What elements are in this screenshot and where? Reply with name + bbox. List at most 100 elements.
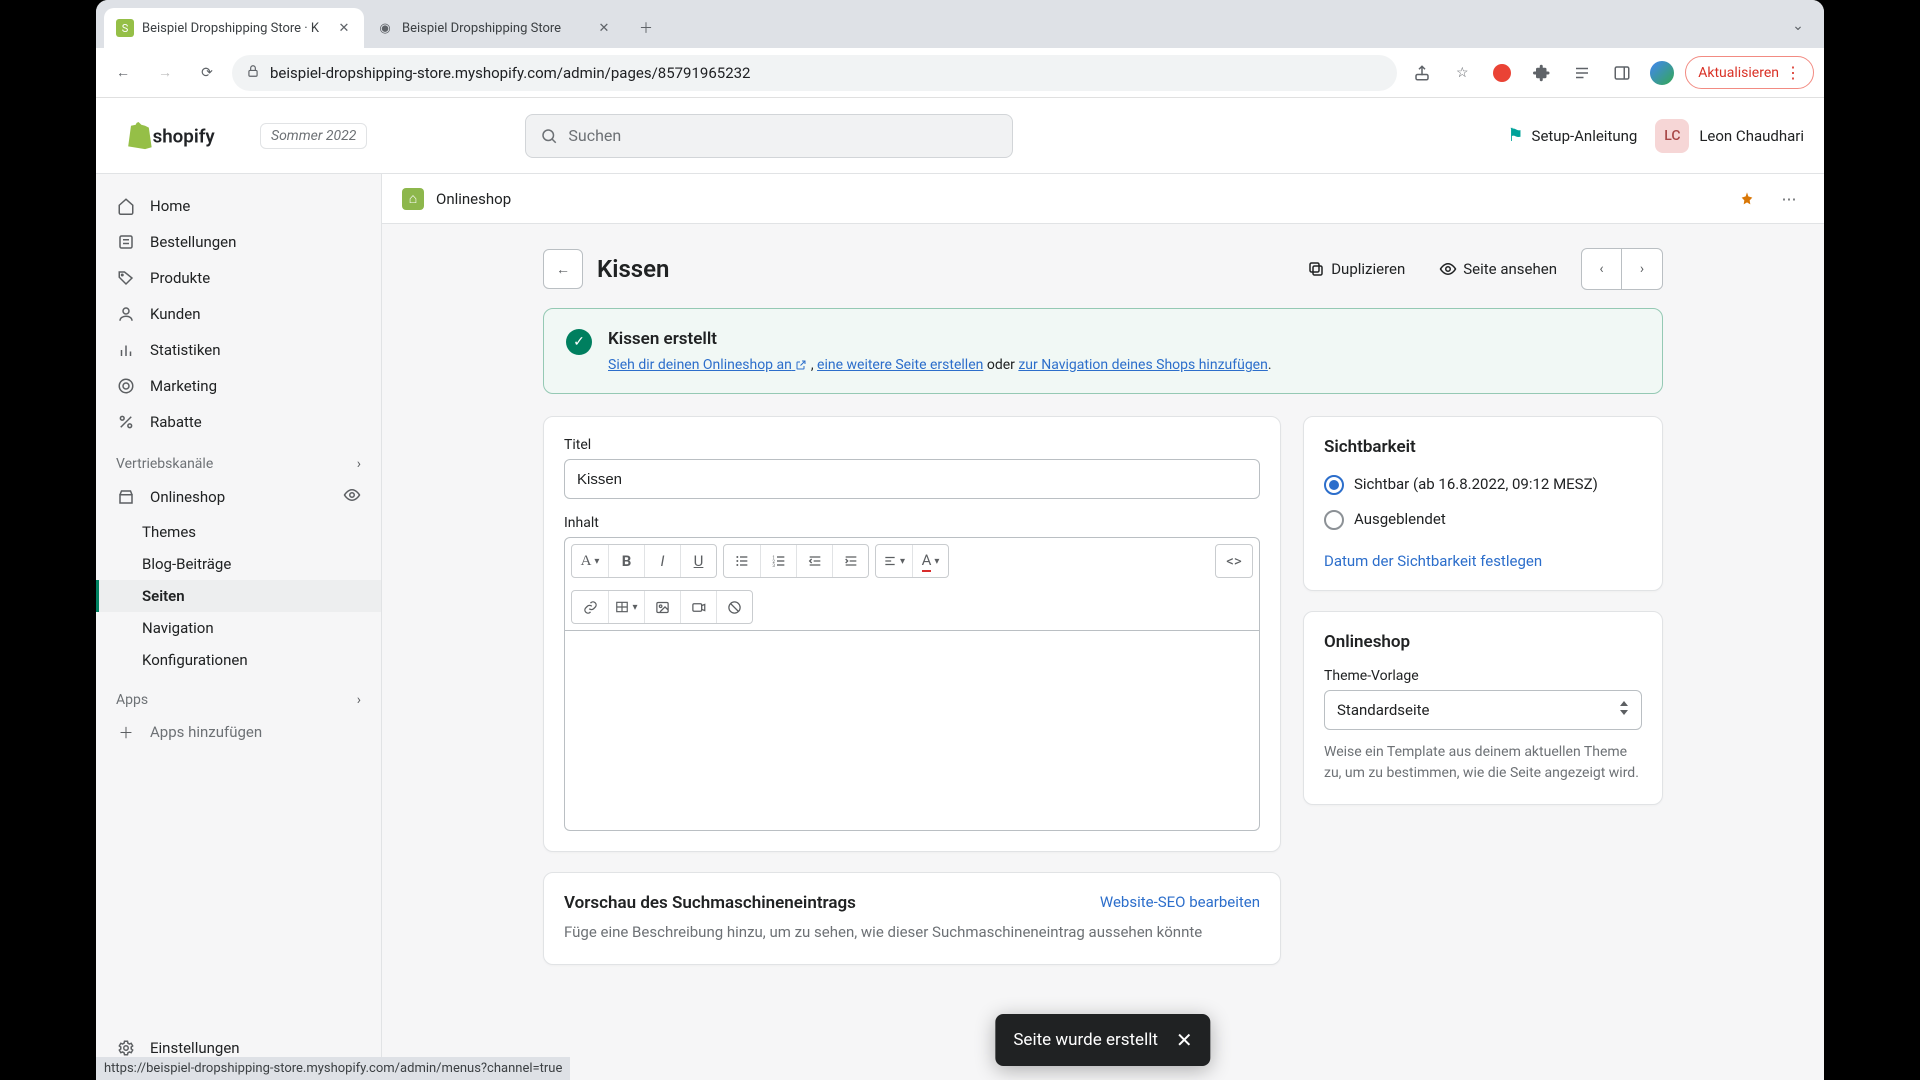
seo-edit-link[interactable]: Website-SEO bearbeiten (1100, 893, 1260, 911)
template-select[interactable]: Standardseite (1324, 690, 1642, 730)
numbered-list-button[interactable]: 123 (760, 545, 796, 577)
text-color-dropdown[interactable]: A▾ (912, 545, 948, 577)
user-menu[interactable]: LC Leon Chaudhari (1655, 119, 1804, 153)
back-button[interactable]: ← (106, 56, 140, 90)
italic-button[interactable]: I (644, 545, 680, 577)
editor-toolbar: A▾ B I U 123 (564, 537, 1260, 631)
clear-format-button[interactable] (716, 591, 752, 623)
browser-tabbar: S Beispiel Dropshipping Store · K ✕ ◉ Be… (96, 0, 1824, 48)
html-button[interactable]: <> (1216, 545, 1252, 577)
title-label: Titel (564, 437, 1260, 453)
profile-avatar[interactable] (1645, 56, 1679, 90)
sidebar-sub-navigation[interactable]: Navigation (96, 612, 381, 644)
sidebar-item-orders[interactable]: Bestellungen (96, 224, 381, 260)
format-dropdown[interactable]: A▾ (572, 545, 608, 577)
sidebar-item-marketing[interactable]: Marketing (96, 368, 381, 404)
more-icon[interactable]: ⋯ (1774, 184, 1804, 214)
indent-button[interactable] (832, 545, 868, 577)
prev-button[interactable]: ‹ (1582, 249, 1622, 289)
sidebar-add-apps[interactable]: ＋ Apps hinzufügen (96, 714, 381, 750)
extension-icon[interactable] (1485, 56, 1519, 90)
bulleted-list-button[interactable] (724, 545, 760, 577)
extensions-icon[interactable] (1525, 56, 1559, 90)
banner-link-create-page[interactable]: eine weitere Seite erstellen (817, 357, 983, 373)
discounts-icon (116, 412, 136, 432)
browser-tab-active[interactable]: S Beispiel Dropshipping Store · K ✕ (104, 8, 364, 48)
link-button[interactable] (572, 591, 608, 623)
setup-guide-button[interactable]: ⚑ Setup-Anleitung (1507, 125, 1637, 146)
bookmark-icon[interactable]: ☆ (1445, 56, 1479, 90)
sidebar-item-home[interactable]: Home (96, 188, 381, 224)
outdent-button[interactable] (796, 545, 832, 577)
content-label: Inhalt (564, 515, 1260, 531)
back-button[interactable]: ← (543, 249, 583, 289)
sidebar-item-analytics[interactable]: Statistiken (96, 332, 381, 368)
duplicate-button[interactable]: Duplizieren (1297, 260, 1415, 278)
table-dropdown[interactable]: ▾ (608, 591, 644, 623)
seo-card: Vorschau des Suchmaschineneintrags Websi… (543, 872, 1281, 965)
visibility-title: Sichtbarkeit (1324, 437, 1642, 457)
banner-link-view-store[interactable]: Sieh dir deinen Onlineshop an (608, 357, 807, 373)
marketing-icon (116, 376, 136, 396)
browser-tab[interactable]: ◉ Beispiel Dropshipping Store ✕ (364, 8, 624, 48)
next-button[interactable]: › (1622, 249, 1662, 289)
sidebar-item-customers[interactable]: Kunden (96, 296, 381, 332)
chevron-right-icon[interactable]: › (357, 692, 361, 708)
sidebar-sub-themes[interactable]: Themes (96, 516, 381, 548)
new-tab-button[interactable]: ＋ (630, 12, 662, 44)
url-input[interactable]: beispiel-dropshipping-store.myshopify.co… (232, 55, 1397, 91)
products-icon (116, 268, 136, 288)
check-icon: ✓ (566, 329, 592, 355)
visibility-visible-option[interactable]: Sichtbar (ab 16.8.2022, 09:12 MESZ) (1324, 473, 1642, 496)
close-tab-icon[interactable]: ✕ (336, 20, 352, 36)
radio-icon (1324, 475, 1344, 495)
template-help: Weise ein Template aus deinem aktuellen … (1324, 742, 1642, 784)
store-icon (116, 487, 136, 507)
external-link-icon (795, 359, 807, 371)
pin-icon[interactable] (1732, 184, 1762, 214)
lock-icon (246, 64, 260, 82)
tab-list-button[interactable]: ⌄ (1780, 8, 1816, 44)
content-editor[interactable] (564, 631, 1260, 831)
sidebar-section-apps: Apps › (96, 676, 381, 714)
success-banner: ✓ Kissen erstellt Sieh dir deinen Online… (543, 308, 1663, 394)
chevron-right-icon[interactable]: › (357, 456, 361, 472)
align-dropdown[interactable]: ▾ (876, 545, 912, 577)
bold-button[interactable]: B (608, 545, 644, 577)
toast-close-icon[interactable]: ✕ (1176, 1028, 1193, 1052)
url-text: beispiel-dropshipping-store.myshopify.co… (270, 64, 751, 82)
tab-title: Beispiel Dropshipping Store · K (142, 21, 328, 36)
video-button[interactable] (680, 591, 716, 623)
sidebar-sub-config[interactable]: Konfigurationen (96, 644, 381, 676)
title-input[interactable] (564, 459, 1260, 499)
sidebar: Home Bestellungen Produkte Kunden Statis… (96, 174, 382, 1080)
reload-button[interactable]: ⟳ (190, 56, 224, 90)
banner-link-navigation[interactable]: zur Navigation deines Shops hinzufügen (1018, 357, 1267, 373)
browser-addressbar: ← → ⟳ beispiel-dropshipping-store.myshop… (96, 48, 1824, 98)
underline-button[interactable]: U (680, 545, 716, 577)
sidebar-item-discounts[interactable]: Rabatte (96, 404, 381, 440)
user-avatar: LC (1655, 119, 1689, 153)
app-topbar: shopify Sommer 2022 Suchen ⚑ Setup-Anlei… (96, 98, 1824, 174)
close-tab-icon[interactable]: ✕ (596, 20, 612, 36)
sidebar-item-products[interactable]: Produkte (96, 260, 381, 296)
view-page-button[interactable]: Seite ansehen (1429, 260, 1567, 278)
sidepanel-icon[interactable] (1605, 56, 1639, 90)
eye-icon[interactable] (343, 486, 361, 508)
sidebar-sub-blog[interactable]: Blog-Beiträge (96, 548, 381, 580)
shopify-logo[interactable]: shopify (116, 121, 236, 151)
sidebar-sub-pages[interactable]: Seiten (96, 580, 381, 612)
visibility-card: Sichtbarkeit Sichtbar (ab 16.8.2022, 09:… (1303, 416, 1663, 591)
share-icon[interactable] (1405, 56, 1439, 90)
reading-list-icon[interactable] (1565, 56, 1599, 90)
sidebar-section-channels: Vertriebskanäle › (96, 440, 381, 478)
image-button[interactable] (644, 591, 680, 623)
visibility-hidden-option[interactable]: Ausgeblendet (1324, 508, 1642, 531)
visibility-schedule-link[interactable]: Datum der Sichtbarkeit festlegen (1324, 552, 1642, 570)
search-input[interactable]: Suchen (525, 114, 1013, 158)
sidebar-item-onlineshop[interactable]: Onlineshop (96, 478, 381, 516)
seo-description: Füge eine Beschreibung hinzu, um zu sehe… (564, 921, 1260, 944)
season-badge: Sommer 2022 (260, 123, 367, 149)
user-name: Leon Chaudhari (1699, 127, 1804, 145)
update-pill[interactable]: Aktualisieren ⋮ (1685, 56, 1814, 89)
